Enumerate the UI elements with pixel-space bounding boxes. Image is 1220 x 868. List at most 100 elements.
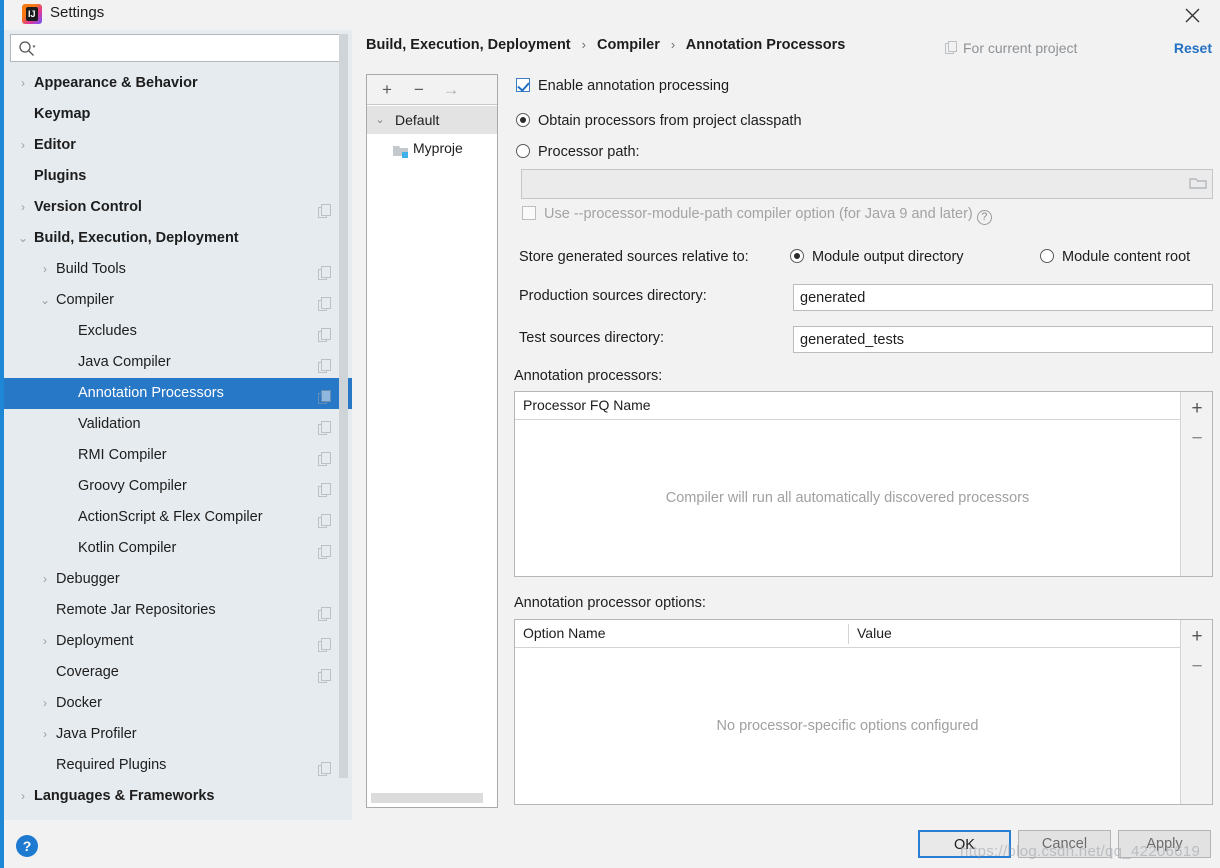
sidebar-item-excludes[interactable]: Excludes (4, 316, 352, 347)
column-header-processor-fq-name[interactable]: Processor FQ Name (515, 392, 1180, 419)
sidebar-item-keymap[interactable]: Keymap (4, 99, 352, 130)
table-header: Option Name Value (515, 620, 1212, 648)
chevron-right-icon[interactable]: › (38, 719, 52, 750)
store-module-output-radio[interactable] (790, 249, 804, 263)
sidebar-item-actionscript-flex-compiler[interactable]: ActionScript & Flex Compiler (4, 502, 352, 533)
sidebar-item-label: Required Plugins (56, 757, 167, 773)
sidebar-item-required-plugins[interactable]: Required Plugins (4, 750, 352, 781)
breadcrumb-item-0[interactable]: Build, Execution, Deployment (366, 37, 571, 53)
store-module-output-row[interactable]: Module output directory (790, 249, 964, 265)
chevron-right-icon[interactable]: › (38, 564, 52, 595)
sidebar-item-deployment[interactable]: › Deployment (4, 626, 352, 657)
sidebar-item-java-compiler[interactable]: Java Compiler (4, 347, 352, 378)
processor-path-row[interactable]: Processor path: (516, 144, 640, 160)
sidebar-item-coverage[interactable]: Coverage (4, 657, 352, 688)
add-profile-button[interactable]: + (375, 79, 399, 101)
production-sources-input[interactable] (793, 284, 1213, 311)
sidebar-item-rmi-compiler[interactable]: RMI Compiler (4, 440, 352, 471)
chevron-right-icon[interactable]: › (16, 192, 30, 223)
project-scope-icon (318, 541, 332, 559)
chevron-right-icon[interactable]: › (16, 781, 30, 812)
add-option-button[interactable]: + (1181, 622, 1213, 652)
chevron-right-icon[interactable]: › (16, 130, 30, 161)
sidebar-item-plugins[interactable]: Plugins (4, 161, 352, 192)
chevron-right-icon[interactable]: › (38, 688, 52, 719)
folder-icon[interactable] (1189, 175, 1209, 193)
close-icon[interactable] (1172, 0, 1212, 30)
project-scope-icon (318, 634, 332, 652)
sidebar-item-validation[interactable]: Validation (4, 409, 352, 440)
sidebar-item-kotlin-compiler[interactable]: Kotlin Compiler (4, 533, 352, 564)
module-item-row[interactable]: Myproje (367, 134, 497, 162)
module-toolbar: + − → (367, 75, 497, 105)
move-to-profile-button[interactable]: → (439, 79, 463, 101)
sidebar-item-label: Java Profiler (56, 726, 137, 742)
sidebar-item-remote-jar-repositories[interactable]: Remote Jar Repositories (4, 595, 352, 626)
ok-button[interactable]: OK (918, 830, 1011, 858)
processor-path-field[interactable] (521, 169, 1213, 199)
enable-annotation-processing-checkbox[interactable] (516, 78, 530, 92)
obtain-from-classpath-label: Obtain processors from project classpath (538, 113, 802, 129)
store-content-root-row[interactable]: Module content root (1040, 249, 1190, 265)
project-scope-icon (318, 293, 332, 311)
remove-processor-button[interactable]: − (1181, 424, 1213, 454)
chevron-right-icon[interactable]: › (38, 626, 52, 657)
search-box[interactable] (10, 34, 348, 62)
processor-path-label: Processor path: (538, 144, 640, 160)
sidebar-item-docker[interactable]: › Docker (4, 688, 352, 719)
remove-profile-button[interactable]: − (407, 79, 431, 101)
project-scope-icon (318, 324, 332, 342)
annotation-processor-options-table[interactable]: Option Name Value No processor-specific … (514, 619, 1213, 805)
store-content-root-radio[interactable] (1040, 249, 1054, 263)
enable-annotation-processing-row[interactable]: Enable annotation processing (516, 78, 729, 94)
search-icon (18, 40, 36, 58)
project-scope-icon (945, 41, 958, 58)
sidebar-scrollbar[interactable] (339, 34, 348, 778)
settings-tree[interactable]: › Appearance & Behavior Keymap › Editor Plugi… (4, 68, 352, 820)
chevron-right-icon[interactable]: › (38, 254, 52, 285)
module-rows[interactable]: ⌄ Default Myproje (367, 106, 497, 162)
chevron-down-icon[interactable]: ⌄ (38, 285, 52, 316)
sidebar-item-compiler[interactable]: ⌄ Compiler (4, 285, 352, 316)
sidebar-item-appearance-behavior[interactable]: › Appearance & Behavior (4, 68, 352, 99)
processor-module-path-checkbox[interactable] (522, 206, 536, 220)
annotation-processors-table[interactable]: Processor FQ Name Compiler will run all … (514, 391, 1213, 577)
sidebar-item-version-control[interactable]: › Version Control (4, 192, 352, 223)
processor-path-radio[interactable] (516, 144, 530, 158)
add-processor-button[interactable]: + (1181, 394, 1213, 424)
column-header-option-name[interactable]: Option Name (515, 620, 848, 647)
chevron-down-icon[interactable]: ⌄ (16, 223, 30, 254)
chevron-right-icon[interactable]: › (16, 68, 30, 99)
sidebar-item-java-profiler[interactable]: › Java Profiler (4, 719, 352, 750)
search-input[interactable] (41, 35, 341, 61)
sidebar-item-annotation-processors[interactable]: Annotation Processors (4, 378, 352, 409)
apply-button[interactable]: Apply (1118, 830, 1211, 858)
help-icon[interactable]: ? (16, 835, 38, 857)
column-header-value[interactable]: Value (849, 620, 1180, 647)
sidebar-item-build-execution-deployment[interactable]: ⌄ Build, Execution, Deployment (4, 223, 352, 254)
sidebar-item-label: Build, Execution, Deployment (34, 230, 239, 246)
module-horizontal-scrollbar[interactable] (371, 793, 483, 803)
sidebar-item-groovy-compiler[interactable]: Groovy Compiler (4, 471, 352, 502)
project-scope-icon (318, 758, 332, 776)
project-scope-icon (318, 355, 332, 373)
sidebar-item-debugger[interactable]: › Debugger (4, 564, 352, 595)
cancel-button[interactable]: Cancel (1018, 830, 1111, 858)
module-profile-row[interactable]: ⌄ Default (367, 106, 497, 134)
breadcrumb-item-1[interactable]: Compiler (597, 37, 660, 53)
help-icon[interactable]: ? (976, 210, 992, 225)
processor-module-path-row[interactable]: Use --processor-module-path compiler opt… (522, 206, 992, 225)
sidebar-item-build-tools[interactable]: › Build Tools (4, 254, 352, 285)
obtain-from-classpath-radio[interactable] (516, 113, 530, 127)
sidebar-item-label: Deployment (56, 633, 134, 649)
project-scope-icon (318, 510, 332, 528)
reset-link[interactable]: Reset (1174, 40, 1212, 56)
test-sources-input[interactable] (793, 326, 1213, 353)
obtain-from-classpath-row[interactable]: Obtain processors from project classpath (516, 113, 802, 129)
sidebar-item-label: Keymap (34, 106, 91, 122)
remove-option-button[interactable]: − (1181, 652, 1213, 682)
sidebar-item-editor[interactable]: › Editor (4, 130, 352, 161)
sidebar-item-languages-frameworks[interactable]: › Languages & Frameworks (4, 781, 352, 812)
chevron-down-icon[interactable]: ⌄ (373, 106, 387, 134)
table-header: Processor FQ Name (515, 392, 1212, 420)
